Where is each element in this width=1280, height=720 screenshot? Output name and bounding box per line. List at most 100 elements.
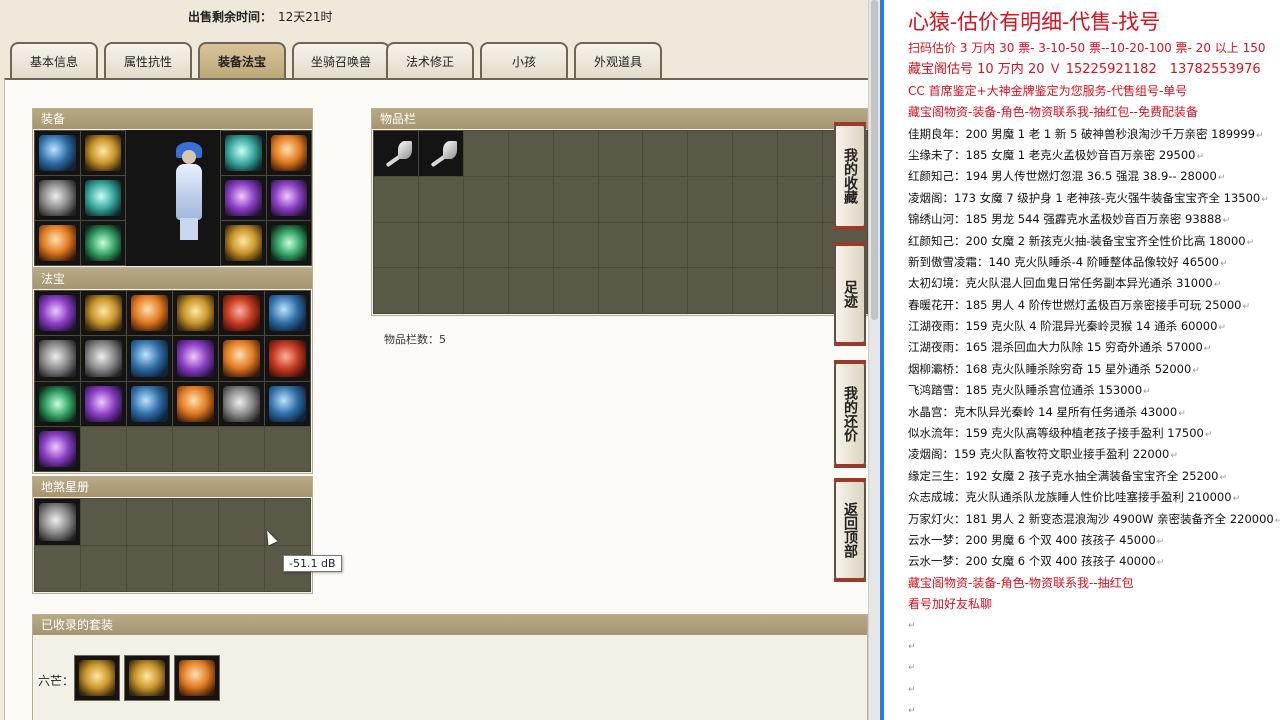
suit-item[interactable] [74,655,120,701]
inventory-slot[interactable] [688,131,733,176]
inventory-slot[interactable] [508,222,553,268]
item-slot[interactable] [173,291,218,336]
item-slot[interactable] [221,176,266,220]
item-slot[interactable] [127,291,172,336]
inventory-slot[interactable] [508,268,553,313]
vertical-scrollbar[interactable] [868,0,880,720]
item-slot[interactable] [173,381,218,426]
inventory-slot[interactable] [508,131,553,176]
item-slot[interactable] [35,336,80,381]
inventory-slot[interactable] [598,222,643,268]
inventory-slot[interactable] [418,268,463,313]
tab-attributes[interactable]: 属性抗性 [104,42,192,78]
item-slot[interactable] [35,381,80,426]
inventory-slot[interactable] [598,268,643,313]
item-slot[interactable] [81,499,126,545]
footprints-button[interactable]: 足迹 [834,242,866,346]
item-slot[interactable] [35,499,80,545]
inventory-slot[interactable] [643,176,688,222]
inventory-slot[interactable] [643,268,688,313]
item-slot[interactable] [173,336,218,381]
item-slot[interactable] [219,426,264,471]
back-to-top-button[interactable]: 返回顶部 [834,478,866,582]
item-slot[interactable] [127,545,172,591]
inventory-slot[interactable] [553,176,598,222]
item-slot[interactable] [219,291,264,336]
tab-equipment[interactable]: 装备法宝 [198,42,286,78]
inventory-slot[interactable] [463,131,508,176]
item-slot[interactable] [219,336,264,381]
item-slot[interactable] [265,426,310,471]
inventory-slot[interactable] [418,222,463,268]
inventory-slot[interactable] [418,131,463,176]
inventory-slot[interactable] [553,268,598,313]
tab-spell-mods[interactable]: 法术修正 [386,42,474,78]
item-slot[interactable] [219,499,264,545]
tab-children[interactable]: 小孩 [480,42,568,78]
item-slot[interactable] [81,381,126,426]
item-slot[interactable] [81,336,126,381]
inventory-slot[interactable] [463,222,508,268]
inventory-slot[interactable] [733,176,778,222]
inventory-slot[interactable] [778,222,823,268]
inventory-slot[interactable] [508,176,553,222]
inventory-slot[interactable] [733,222,778,268]
inventory-slot[interactable] [733,268,778,313]
inventory-slot[interactable] [598,176,643,222]
item-slot[interactable] [80,221,125,265]
item-slot[interactable] [35,291,80,336]
suit-item[interactable] [174,655,220,701]
item-slot[interactable] [221,221,266,265]
tab-mounts-pets[interactable]: 坐骑召唤兽 [292,42,390,78]
item-slot[interactable] [35,221,80,265]
inventory-slot[interactable] [778,268,823,313]
tab-appearance-items[interactable]: 外观道具 [574,42,662,78]
item-slot[interactable] [80,131,125,175]
item-slot[interactable] [266,221,311,265]
inventory-slot[interactable] [553,131,598,176]
item-slot[interactable] [173,499,218,545]
inventory-slot[interactable] [778,176,823,222]
inventory-slot[interactable] [463,176,508,222]
item-slot[interactable] [81,291,126,336]
item-slot[interactable] [265,381,310,426]
item-slot[interactable] [35,545,80,591]
inventory-slot[interactable] [688,268,733,313]
item-slot[interactable] [81,426,126,471]
item-slot[interactable] [219,381,264,426]
tab-basic-info[interactable]: 基本信息 [10,42,98,78]
item-slot[interactable] [266,176,311,220]
inventory-slot[interactable] [688,222,733,268]
my-favorites-button[interactable]: 我的收藏 [834,122,866,230]
inventory-slot[interactable] [688,176,733,222]
item-slot[interactable] [266,131,311,175]
item-slot[interactable] [221,131,266,175]
inventory-slot[interactable] [418,176,463,222]
inventory-slot[interactable] [778,131,823,176]
suit-item[interactable] [124,655,170,701]
item-slot[interactable] [173,426,218,471]
item-slot[interactable] [81,545,126,591]
item-slot[interactable] [127,381,172,426]
my-counteroffer-button[interactable]: 我的还价 [834,360,866,468]
inventory-slot[interactable] [553,222,598,268]
item-slot[interactable] [127,336,172,381]
inventory-slot[interactable] [733,131,778,176]
inventory-slot[interactable] [374,131,418,176]
inventory-slot[interactable] [374,176,418,222]
inventory-slot[interactable] [463,268,508,313]
inventory-slot[interactable] [643,131,688,176]
item-slot[interactable] [173,545,218,591]
inventory-slot[interactable] [374,222,418,268]
inventory-slot[interactable] [643,222,688,268]
item-slot[interactable] [35,426,80,471]
item-slot[interactable] [265,291,310,336]
inventory-slot[interactable] [598,131,643,176]
scrollbar-thumb[interactable] [871,0,878,320]
item-slot[interactable] [127,499,172,545]
item-slot[interactable] [219,545,264,591]
item-slot[interactable] [35,131,80,175]
item-slot[interactable] [127,426,172,471]
item-slot[interactable] [35,176,80,220]
item-slot[interactable] [80,176,125,220]
